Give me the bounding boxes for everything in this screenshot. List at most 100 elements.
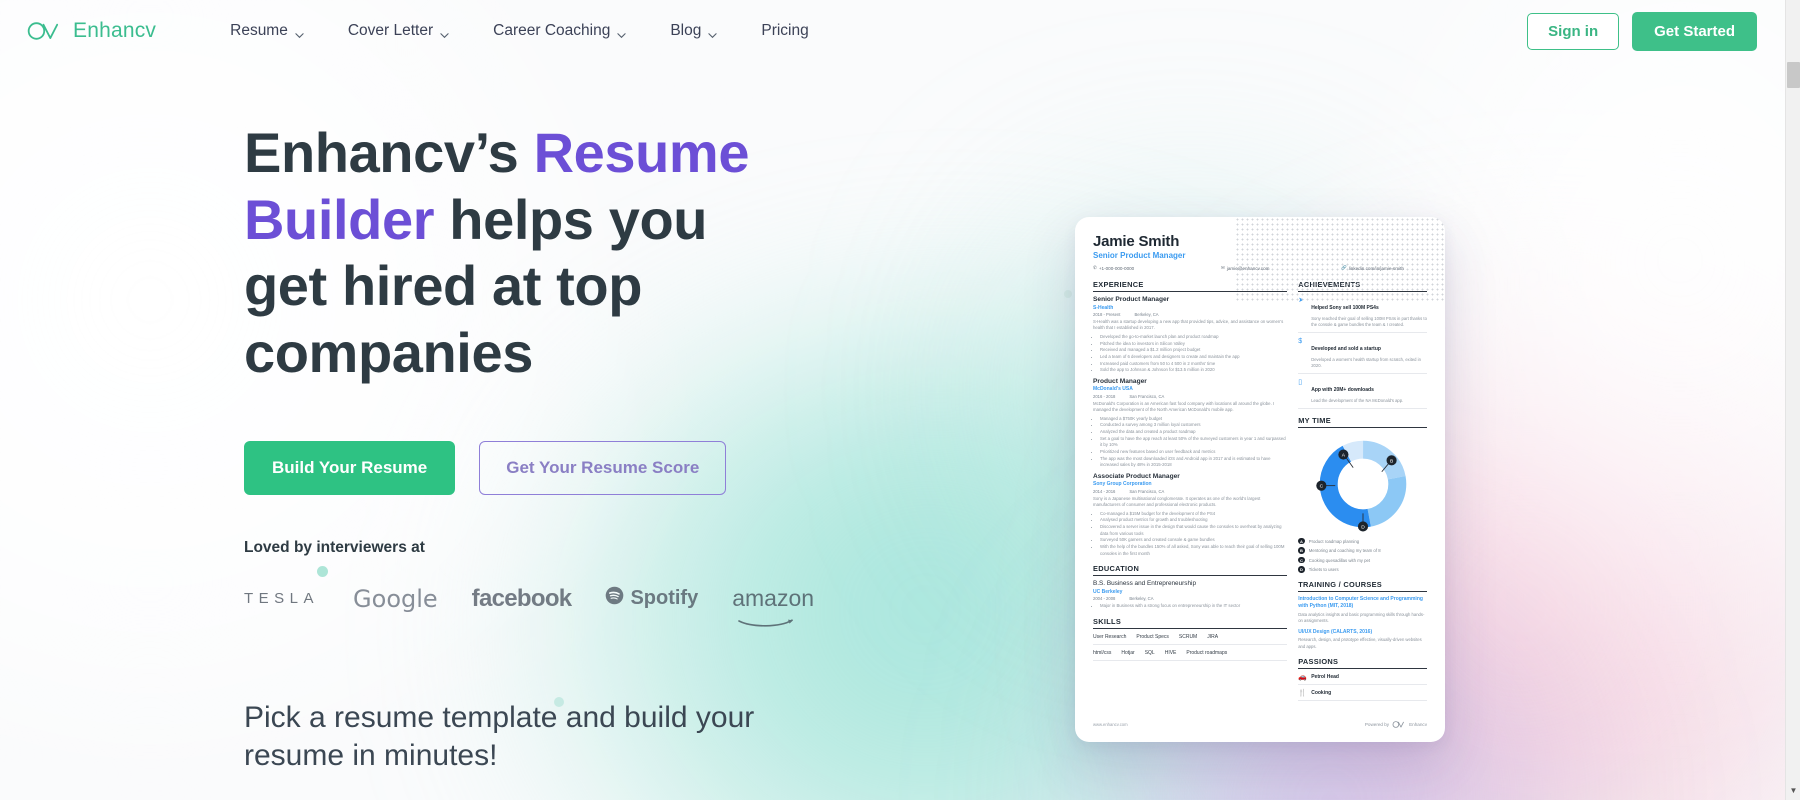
resume-section-skills: SKILLS User Research Product Specs SCRUM… <box>1093 616 1288 661</box>
resume-experience-item: Associate Product Manager Sony Group Cor… <box>1093 473 1287 557</box>
hero-section: Enhancv’s Resume Builder helps you get h… <box>0 62 1785 775</box>
job-bullet: Surveyed 50K gamers and created console … <box>1100 537 1287 544</box>
job-title: Product Manager <box>1093 377 1147 385</box>
achievement-item: ▯ App with 20M+ downloads Lead the devel… <box>1298 378 1427 409</box>
page-scrollbar[interactable]: ▼ <box>1785 0 1800 800</box>
resume-training-title: TRAINING / COURSES <box>1298 579 1383 589</box>
logo-tesla: TESLA <box>244 590 320 607</box>
job-bullet: Co-managed a $15M budget for the develop… <box>1100 511 1287 518</box>
resume-right-column: ACHIEVEMENTS ➤ Helped Sony sell 100M PS4… <box>1298 280 1427 708</box>
skill-chip: Product roadmaps <box>1186 649 1228 656</box>
resume-passions-title: PASSIONS <box>1298 656 1339 666</box>
job-meta: 2018 - Present Berkeley, CA <box>1093 312 1287 317</box>
scrollbar-thumb[interactable] <box>1787 62 1800 88</box>
course-desc: Data analytics insights and basic progra… <box>1298 611 1425 624</box>
job-company: Sony Group Corporation <box>1093 481 1152 488</box>
logo-amazon: amazon <box>732 585 814 627</box>
build-your-resume-button[interactable]: Build Your Resume <box>244 440 456 495</box>
resume-powered-by: Powered by Enhancv <box>1365 720 1427 730</box>
resume-footer: www.enhancv.com Powered by Enhancv <box>1093 720 1427 738</box>
resume-education-title: EDUCATION <box>1093 564 1140 574</box>
dollar-icon: $ <box>1298 338 1303 346</box>
course-title: UI/UX Design (CALARTS, 2016) <box>1298 628 1373 635</box>
job-bullets: Developed the go-to-market launch plan a… <box>1093 334 1287 374</box>
nav-item-cover-letter[interactable]: Cover Letter <box>326 14 471 48</box>
resume-contact-linkedin: 🔗 linkedin.com/in/jamie-smith <box>1341 265 1404 271</box>
legend-badge: A <box>1298 537 1305 545</box>
resume-experience-item: Senior Product Manager S-Health 2018 - P… <box>1093 296 1287 374</box>
job-dates: 2018 - Present <box>1093 312 1121 317</box>
course-desc: Research, design, and prototype effectiv… <box>1298 637 1422 649</box>
spotify-icon <box>605 586 624 611</box>
nav-label: Blog <box>670 22 702 39</box>
resume-contacts: ✆ +1-000-000-0000 ✉ jamie@enhancv.com 🔗 … <box>1093 265 1427 271</box>
legend-label: Tickets to users <box>1308 567 1339 573</box>
resume-website: www.enhancv.com <box>1093 722 1128 728</box>
hero-title-part1: Enhancv’s <box>244 121 534 184</box>
skill-chip: User Research <box>1093 633 1127 640</box>
resume-skills-title: SKILLS <box>1093 616 1122 626</box>
job-bullet: Discovered a server issue in the design … <box>1100 524 1287 537</box>
skill-chip: Hotjar <box>1121 649 1135 656</box>
get-your-resume-score-button[interactable]: Get Your Resume Score <box>479 440 727 495</box>
education-bullet: Major in Business with a strong focus on… <box>1100 603 1287 609</box>
resume-contact-linkedin-text: linkedin.com/in/jamie-smith <box>1348 265 1404 271</box>
logo-spotify: Spotify <box>605 586 698 611</box>
nav-item-resume[interactable]: Resume <box>208 14 326 48</box>
mail-icon: ✉ <box>1221 265 1225 270</box>
mobile-icon: ▯ <box>1298 379 1303 387</box>
job-bullet: Increased paid customers from 50 to 4 50… <box>1100 361 1287 368</box>
achievement-title: App with 20M+ downloads <box>1311 387 1374 394</box>
scroll-down-arrow-icon[interactable]: ▼ <box>1786 783 1800 798</box>
legend-badge: B <box>1298 547 1305 554</box>
brand-name: Enhancv <box>73 19 157 42</box>
amazon-swoosh-icon <box>738 607 794 627</box>
skills-row: User Research Product Specs SCRUM JIRA <box>1093 633 1288 645</box>
education-location: Berkeley, CA <box>1129 596 1154 602</box>
svg-text:D: D <box>1361 524 1365 530</box>
job-bullet: Received and managed a $1.2 million proj… <box>1100 347 1287 354</box>
get-started-button[interactable]: Get Started <box>1632 11 1757 51</box>
nav-label: Cover Letter <box>347 22 434 39</box>
hero-copy: Enhancv’s Resume Builder helps you get h… <box>0 120 814 775</box>
nav-item-blog[interactable]: Blog <box>648 14 739 48</box>
job-bullet: Pitched the idea to investors in Silicon… <box>1100 341 1287 348</box>
job-bullet: Analyzed the data and created a product … <box>1100 429 1287 436</box>
resume-candidate-name: Jamie Smith <box>1093 233 1180 250</box>
passion-label: Cooking <box>1311 689 1332 696</box>
chevron-down-icon <box>295 27 304 38</box>
sign-in-button[interactable]: Sign in <box>1527 12 1620 50</box>
brand-logo-link[interactable]: Enhancv <box>26 19 156 43</box>
header-actions: Sign in Get Started <box>1527 11 1757 51</box>
skill-chip: JIRA <box>1207 633 1219 640</box>
nav-item-pricing[interactable]: Pricing <box>739 14 830 48</box>
chevron-down-icon <box>440 27 449 38</box>
job-company: McDonald's USA <box>1093 386 1133 393</box>
achievement-desc: Sony reached their goal of selling 100M … <box>1311 315 1427 327</box>
resume-columns: EXPERIENCE Senior Product Manager S-Heal… <box>1093 280 1427 708</box>
main-nav: Resume Cover Letter Career Coaching Blog <box>208 14 1527 48</box>
resume-preview-card[interactable]: Jamie Smith Senior Product Manager ✆ +1-… <box>1075 217 1445 742</box>
nav-item-career-coaching[interactable]: Career Coaching <box>471 14 648 48</box>
logo-spotify-label: Spotify <box>630 587 699 609</box>
powered-brand-name: Enhancv <box>1409 722 1427 728</box>
brand-logo-strip: TESLA Google facebook Spotify amazon <box>244 585 814 627</box>
skills-row: html/css Hotjar SQL HIVE Product roadmap… <box>1093 649 1288 661</box>
phone-icon: ✆ <box>1093 265 1097 270</box>
achievement-item: $ Developed and sold a startup Developed… <box>1298 337 1427 375</box>
legend-badge: C <box>1298 556 1305 564</box>
resume-contact-email: ✉ jamie@enhancv.com <box>1221 265 1341 271</box>
my-time-legend: A Product roadmap planning B Mentoring a… <box>1298 537 1427 573</box>
achievement-title: Helped Sony sell 100M PS4s <box>1311 305 1379 311</box>
education-meta: 2004 - 2008 Berkeley, CA <box>1093 596 1287 601</box>
resume-contact-phone-text: +1-000-000-0000 <box>1098 265 1135 271</box>
divider <box>1298 667 1427 669</box>
job-company: S-Health <box>1093 304 1114 311</box>
resume-contact-email-text: jamie@enhancv.com <box>1226 265 1270 271</box>
page-title: Enhancv’s Resume Builder helps you get h… <box>244 120 760 387</box>
resume-candidate-role: Senior Product Manager <box>1093 251 1186 260</box>
legend-label: Cooking quesadillas with my pet <box>1308 557 1371 563</box>
resume-section-my-time: MY TIME A B C D A Product roadmap planni… <box>1298 416 1427 573</box>
job-bullet: With the help of the bundles 150% of all… <box>1100 544 1287 557</box>
job-bullet: Conducted a survey among 3 million loyal… <box>1100 422 1287 429</box>
